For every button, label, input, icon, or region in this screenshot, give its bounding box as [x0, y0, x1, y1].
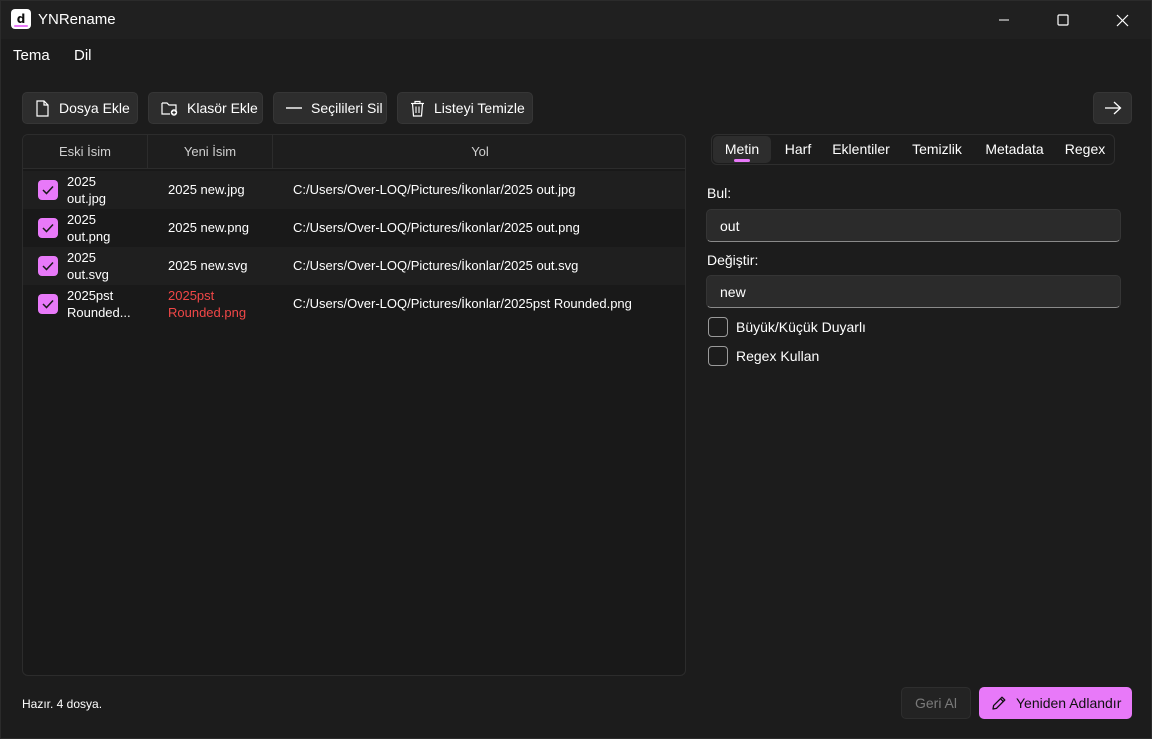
add-folder-button[interactable]: Klasör Ekle — [148, 92, 263, 124]
minus-icon — [286, 107, 302, 109]
use-regex-label: Regex Kullan — [736, 347, 820, 364]
new-name-cell: 2025 new.jpg — [168, 182, 245, 197]
add-file-label: Dosya Ekle — [59, 100, 130, 116]
row-checkbox[interactable] — [38, 218, 58, 238]
menu-item-language[interactable]: Dil — [74, 47, 92, 64]
arrow-right-icon — [1104, 101, 1121, 115]
file-icon — [36, 99, 49, 117]
tab-text[interactable]: Metin — [713, 136, 771, 163]
toggle-panel-button[interactable] — [1093, 92, 1132, 124]
path-cell: C:/Users/Over-LOQ/Pictures/İkonlar/2025 … — [293, 258, 579, 273]
minimize-button[interactable] — [976, 1, 1032, 39]
row-checkbox[interactable] — [38, 180, 58, 200]
undo-button[interactable]: Geri Al — [901, 687, 971, 719]
new-name-cell-conflict: 2025pst Rounded.png — [168, 288, 247, 320]
add-folder-label: Klasör Ekle — [187, 100, 258, 116]
path-cell: C:/Users/Over-LOQ/Pictures/İkonlar/2025p… — [293, 296, 632, 311]
case-sensitive-checkbox[interactable] — [708, 316, 728, 337]
app-logo-icon: d — [11, 9, 31, 29]
add-file-button[interactable]: Dosya Ekle — [22, 92, 138, 124]
rename-label: Yeniden Adlandır — [1016, 695, 1122, 711]
tab-bar: Metin Harf Eklentiler Temizlik Metadata … — [711, 134, 1115, 165]
menu-bar: Tema Dil — [1, 39, 1151, 73]
tab-metadata[interactable]: Metadata — [977, 135, 1052, 164]
remove-selected-button[interactable]: Seçilileri Sil — [273, 92, 387, 124]
table-row[interactable]: 2025 out.png 2025 new.png C:/Users/Over-L… — [23, 209, 685, 247]
close-icon — [1116, 14, 1128, 26]
table-row[interactable]: 2025 out.jpg 2025 new.jpg C:/Users/Over-L… — [23, 171, 685, 209]
app-title: YNRename — [38, 11, 116, 28]
row-checkbox[interactable] — [38, 294, 58, 314]
case-sensitive-option[interactable]: Büyük/Küçük Duyarlı — [708, 316, 866, 337]
old-name-cell: 2025 out.png — [67, 212, 111, 244]
trash-icon — [411, 100, 424, 117]
replace-label: Değiştir: — [707, 252, 759, 268]
tab-letter[interactable]: Harf — [774, 135, 822, 164]
pencil-icon — [992, 696, 1006, 710]
minimize-icon — [999, 19, 1009, 21]
maximize-button[interactable] — [1035, 1, 1091, 39]
path-cell: C:/Users/Over-LOQ/Pictures/İkonlar/2025 … — [293, 182, 576, 197]
close-button[interactable] — [1094, 1, 1150, 39]
new-name-cell: 2025 new.png — [168, 220, 249, 235]
tab-cleanup[interactable]: Temizlik — [902, 135, 972, 164]
column-header-new-name[interactable]: Yeni İsim — [148, 135, 273, 169]
row-checkbox[interactable] — [38, 256, 58, 276]
clear-list-button[interactable]: Listeyi Temizle — [397, 92, 533, 124]
use-regex-option[interactable]: Regex Kullan — [708, 345, 819, 366]
maximize-icon — [1057, 14, 1069, 26]
column-header-path[interactable]: Yol — [273, 135, 685, 169]
menu-item-theme[interactable]: Tema — [13, 47, 50, 64]
old-name-cell: 2025 out.svg — [67, 250, 109, 282]
table-header: Eski İsim Yeni İsim Yol — [23, 135, 685, 169]
old-name-cell: 2025 out.jpg — [67, 174, 107, 206]
checkmark-icon — [42, 185, 54, 195]
active-tab-indicator — [734, 159, 750, 162]
file-table: Eski İsim Yeni İsim Yol 2025 out.jpg 2025… — [22, 134, 686, 676]
path-cell: C:/Users/Over-LOQ/Pictures/İkonlar/2025 … — [293, 220, 580, 235]
old-name-cell: 2025pst Rounded... — [67, 288, 131, 320]
remove-selected-label: Seçilileri Sil — [311, 100, 383, 116]
table-row[interactable]: 2025pst Rounded... 2025pst Rounded.png C:/… — [23, 285, 685, 323]
replace-input[interactable] — [706, 275, 1121, 308]
tab-extensions[interactable]: Eklentiler — [826, 135, 896, 164]
folder-add-icon — [161, 102, 178, 116]
table-row[interactable]: 2025 out.svg 2025 new.svg C:/Users/Over-L… — [23, 247, 685, 285]
checkmark-icon — [42, 223, 54, 233]
rename-button[interactable]: Yeniden Adlandır — [979, 687, 1132, 719]
checkmark-icon — [42, 261, 54, 271]
status-text: Hazır. 4 dosya. — [22, 697, 103, 711]
find-label: Bul: — [707, 185, 732, 201]
new-name-cell: 2025 new.svg — [168, 258, 248, 273]
tab-regex[interactable]: Regex — [1057, 135, 1113, 164]
checkmark-icon — [42, 299, 54, 309]
find-input[interactable] — [706, 209, 1121, 242]
use-regex-checkbox[interactable] — [708, 345, 728, 366]
title-bar: d YNRename — [1, 1, 1151, 39]
column-header-old-name[interactable]: Eski İsim — [23, 135, 148, 169]
case-sensitive-label: Büyük/Küçük Duyarlı — [736, 318, 866, 335]
app-window: d YNRename Tema Dil Dosya Ekle Klasör Ek… — [0, 0, 1152, 739]
clear-list-label: Listeyi Temizle — [434, 100, 525, 116]
